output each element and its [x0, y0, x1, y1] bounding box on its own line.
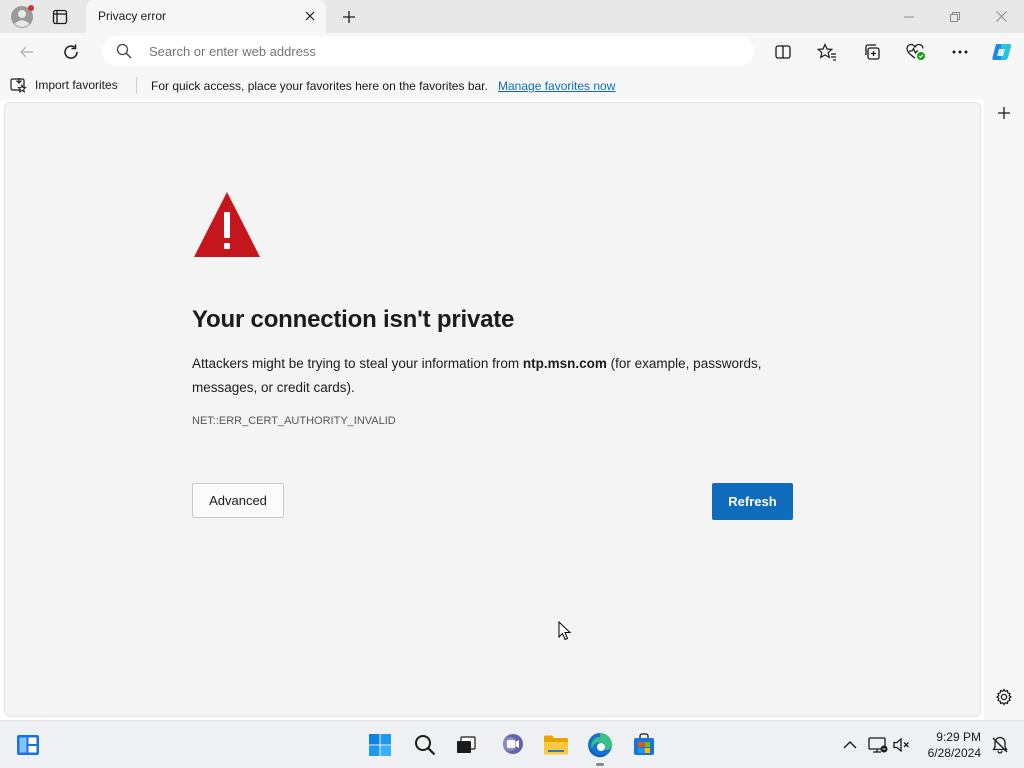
profile-button[interactable] — [8, 3, 36, 31]
system-clock[interactable]: 9:29 PM 6/28/2024 — [928, 729, 981, 761]
back-icon — [20, 46, 33, 58]
edge-sidebar — [984, 100, 1024, 720]
store-icon — [634, 733, 654, 755]
start-icon — [369, 734, 391, 756]
favorites-bar: Import favorites For quick access, place… — [0, 71, 1024, 100]
tab-privacy-error[interactable]: Privacy error — [86, 0, 326, 33]
favorites-bar-message: For quick access, place your favorites h… — [151, 79, 488, 93]
split-screen-button[interactable] — [768, 37, 798, 67]
chevron-up-icon — [843, 741, 857, 749]
settings-icon — [995, 688, 1013, 706]
minimize-button[interactable] — [886, 0, 932, 33]
widgets-button[interactable] — [14, 731, 42, 759]
import-favorites-button[interactable]: Import favorites — [10, 77, 118, 93]
tab-actions-icon — [52, 9, 68, 25]
address-input[interactable] — [149, 44, 709, 59]
store-button[interactable] — [630, 731, 658, 759]
page-title: Your connection isn't private — [192, 306, 515, 333]
volume-icon — [893, 737, 909, 753]
address-bar[interactable] — [102, 36, 754, 66]
mouse-cursor-icon — [558, 621, 572, 641]
minimize-icon — [904, 16, 914, 17]
collections-icon — [865, 44, 880, 60]
browser-essentials-icon — [906, 43, 925, 60]
file-explorer-button[interactable] — [542, 731, 570, 759]
favorites-divider — [136, 77, 137, 94]
close-icon — [305, 11, 315, 21]
navigation-toolbar — [0, 33, 1024, 71]
manage-favorites-link[interactable]: Manage favorites now — [498, 79, 615, 93]
error-domain: ntp.msn.com — [522, 356, 607, 371]
copilot-button[interactable] — [987, 37, 1017, 67]
start-button[interactable] — [366, 731, 394, 759]
notification-button[interactable] — [986, 731, 1014, 759]
teams-button[interactable] — [498, 731, 526, 759]
collections-button[interactable] — [857, 37, 887, 67]
profile-icon — [11, 5, 34, 28]
advanced-button[interactable]: Advanced — [192, 483, 284, 518]
clock-date: 6/28/2024 — [927, 746, 981, 760]
volume-button[interactable] — [888, 731, 916, 759]
refresh-icon — [64, 44, 78, 59]
close-icon — [995, 11, 1007, 22]
favorites-button[interactable] — [812, 37, 842, 67]
tab-title: Privacy error — [98, 9, 167, 23]
copilot-icon — [992, 44, 1012, 60]
task-view-icon — [457, 736, 476, 753]
more-button[interactable] — [945, 37, 975, 67]
tab-actions-button[interactable] — [46, 4, 74, 30]
edge-taskbar-button[interactable] — [586, 731, 614, 759]
restore-button[interactable] — [932, 0, 978, 33]
edge-icon — [588, 733, 612, 758]
error-description: Attackers might be trying to steal your … — [192, 352, 802, 400]
title-bar: Privacy error — [0, 0, 1024, 33]
show-hidden-icons-button[interactable] — [836, 731, 864, 759]
more-icon — [952, 50, 968, 54]
refresh-page-button[interactable]: Refresh — [712, 483, 793, 520]
warning-icon — [194, 192, 260, 257]
import-favorites-icon — [10, 78, 27, 93]
refresh-button[interactable] — [56, 37, 86, 67]
notification-icon — [992, 736, 1008, 754]
favorites-icon — [817, 43, 836, 61]
new-tab-button[interactable] — [336, 4, 362, 30]
task-view-button[interactable] — [452, 731, 480, 759]
back-button[interactable] — [12, 37, 42, 67]
add-icon — [998, 107, 1010, 119]
sidebar-settings-button[interactable] — [991, 684, 1017, 710]
taskbar: 9:29 PM 6/28/2024 — [0, 720, 1024, 768]
import-favorites-label: Import favorites — [35, 78, 118, 92]
error-description-text: Attackers might be trying to steal your … — [192, 356, 523, 371]
clock-time: 9:29 PM — [936, 730, 981, 744]
file-explorer-icon — [544, 735, 568, 755]
edge-active-indicator — [596, 763, 604, 766]
new-tab-icon — [343, 11, 355, 23]
window-close-button[interactable] — [978, 0, 1024, 33]
page-content: Your connection isn't private Attackers … — [4, 102, 981, 717]
sidebar-add-button[interactable] — [991, 100, 1017, 126]
split-screen-icon — [775, 45, 791, 59]
search-icon — [116, 43, 132, 59]
restore-icon — [950, 11, 960, 22]
search-icon — [415, 735, 436, 756]
tab-close-button[interactable] — [300, 6, 320, 26]
taskbar-search-button[interactable] — [411, 731, 439, 759]
widgets-icon — [17, 735, 39, 755]
teams-icon — [503, 734, 523, 754]
browser-essentials-button[interactable] — [901, 37, 931, 67]
error-code: NET::ERR_CERT_AUTHORITY_INVALID — [192, 415, 396, 427]
network-icon — [868, 737, 888, 753]
